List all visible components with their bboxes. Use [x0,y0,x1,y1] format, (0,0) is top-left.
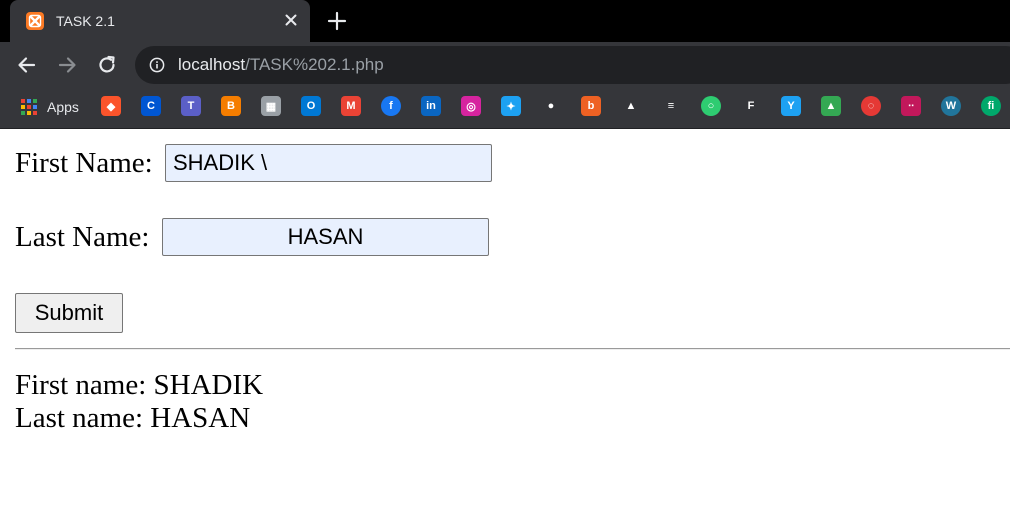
tab-strip: TASK 2.1 [0,0,1010,42]
url-host: localhost [178,55,246,74]
close-tab-icon[interactable] [280,9,302,31]
bookmark-github-icon[interactable]: ● [541,96,561,116]
bookmark-tab-y-icon[interactable]: Y [781,96,801,116]
address-bar[interactable]: localhost/TASK%202.1.php [135,46,1010,84]
first-name-label: First Name: [15,147,153,179]
last-name-label: Last Name: [15,221,150,253]
bookmark-instagram-icon[interactable]: ◎ [461,96,481,116]
reload-icon[interactable] [94,52,120,78]
browser-toolbar: localhost/TASK%202.1.php [0,42,1010,88]
apps-label: Apps [47,99,79,115]
divider [15,348,1010,350]
bookmark-wordpress-icon[interactable]: W [941,96,961,116]
bookmark-tasks-icon[interactable]: ≡ [661,96,681,116]
apps-grid-icon [20,98,38,116]
tab-title: TASK 2.1 [56,13,115,29]
bookmark-twitter-icon[interactable]: ✦ [501,96,521,116]
bookmark-spinner-icon[interactable]: ◌ [861,96,881,116]
bookmark-linkedin-icon[interactable]: in [421,96,441,116]
bookmarks-bar: Apps ◆ C T B ▦ O Mf in ◎ ✦ ● b ▲ ≡ ○ F Y ▲ ◌ ∙∙ Wfi [0,88,1010,129]
bookmark-coursera-icon[interactable]: C [141,96,161,116]
bookmark-shapes-icon[interactable]: ▲ [621,96,641,116]
bookmark-facebook-icon[interactable]: f [381,96,401,116]
bookmark-bitly-icon[interactable]: b [581,96,601,116]
active-tab[interactable]: TASK 2.1 [10,0,310,42]
info-icon[interactable] [149,57,165,73]
forward-arrow-icon[interactable] [54,52,80,78]
bookmark-flag-icon[interactable]: F [741,96,761,116]
bookmark-circle-icon[interactable]: ○ [701,96,721,116]
back-arrow-icon[interactable] [14,52,40,78]
bookmark-image-icon[interactable]: ▦ [261,96,281,116]
output-last-name: Last name: HASAN [15,402,251,434]
bookmark-outlook-icon[interactable]: O [301,96,321,116]
bookmark-fi-icon[interactable]: fi [981,96,1001,116]
url-path: /TASK%202.1.php [245,55,384,74]
url-text[interactable]: localhost/TASK%202.1.php [178,55,384,75]
bookmark-gmail-icon[interactable]: M [341,96,361,116]
xampp-favicon-icon [26,12,44,30]
new-tab-icon[interactable] [325,9,349,33]
bookmark-teams-icon[interactable]: T [181,96,201,116]
bookmark-blogger-icon[interactable]: B [221,96,241,116]
bookmark-brave-icon[interactable]: ◆ [101,96,121,116]
page-content: First Name: SHADIK \ Last Name: HASAN Su… [0,129,1010,532]
output-first-name: First name: SHADIK [15,369,264,401]
submit-button[interactable]: Submit [15,293,123,333]
last-name-input[interactable]: HASAN [162,218,489,256]
bookmark-dots-icon[interactable]: ∙∙ [901,96,921,116]
first-name-input[interactable]: SHADIK \ [165,144,492,182]
bookmark-drive-icon[interactable]: ▲ [821,96,841,116]
